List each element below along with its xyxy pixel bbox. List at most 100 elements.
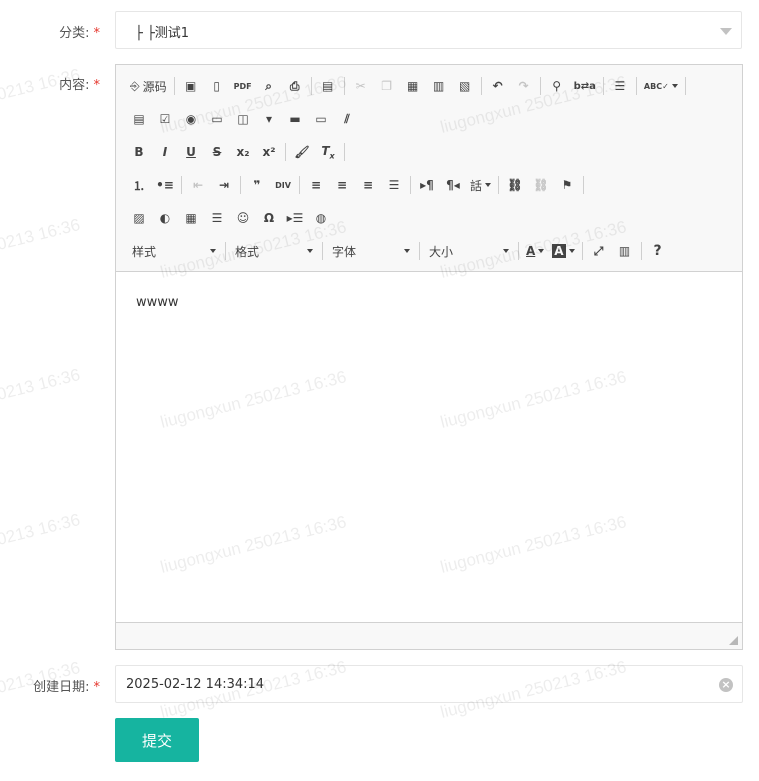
separator xyxy=(285,143,286,161)
clear-icon[interactable]: × xyxy=(719,678,733,692)
find-button[interactable]: ⚲ xyxy=(544,73,570,99)
paste-text-icon: ▥ xyxy=(432,79,445,93)
textarea-button[interactable]: ◫ xyxy=(230,106,256,132)
image-button-field-button[interactable]: ▭ xyxy=(308,106,334,132)
styles-dropdown[interactable]: 样式 xyxy=(126,239,222,263)
replace-button[interactable]: b⇄a xyxy=(570,73,600,99)
italic-button[interactable]: I xyxy=(152,139,178,165)
editor-content[interactable]: wwww xyxy=(116,273,742,621)
watermark: 0213 16:36 xyxy=(0,365,83,405)
table-icon: ▦ xyxy=(185,211,197,225)
remove-format-button[interactable]: Tx xyxy=(315,139,341,165)
cut-button[interactable]: ✂ xyxy=(348,73,374,99)
button-field-button[interactable]: ▬ xyxy=(282,106,308,132)
new-page-button[interactable]: ▯ xyxy=(204,73,230,99)
help-button[interactable]: ? xyxy=(645,238,671,264)
div-container-button[interactable]: DIV xyxy=(270,172,296,198)
flag-icon: ⚑ xyxy=(561,178,573,192)
bold-button[interactable]: B xyxy=(126,139,152,165)
select-field-button[interactable]: ▾ xyxy=(256,106,282,132)
print-button[interactable]: ⎙ xyxy=(282,73,308,99)
copy-button[interactable]: ❐ xyxy=(374,73,400,99)
bg-color-button[interactable]: A xyxy=(548,238,578,264)
size-dropdown[interactable]: 大小 xyxy=(423,239,515,263)
show-blocks-button[interactable]: ▥ xyxy=(612,238,638,264)
separator xyxy=(583,176,585,194)
unlink-button[interactable]: ⛓ xyxy=(528,172,554,198)
radio-icon: ◉ xyxy=(185,112,197,126)
table-button[interactable]: ▦ xyxy=(178,205,204,231)
outdent-button[interactable]: ⇤ xyxy=(185,172,211,198)
checkbox-button[interactable]: ☑ xyxy=(152,106,178,132)
separator xyxy=(684,77,686,95)
horizontal-rule-button[interactable]: ☰ xyxy=(204,205,230,231)
bulleted-list-button[interactable]: •≡ xyxy=(152,172,178,198)
submit-button[interactable]: 提交 xyxy=(115,718,199,762)
rtl-button[interactable]: ¶◂ xyxy=(440,172,466,198)
save-button[interactable]: ▣ xyxy=(178,73,204,99)
page-break-button[interactable]: ▸☰ xyxy=(282,205,308,231)
templates-button[interactable]: ▤ xyxy=(315,73,341,99)
underline-button[interactable]: U xyxy=(178,139,204,165)
iframe-button[interactable]: ◍ xyxy=(308,205,334,231)
justify-icon: ☰ xyxy=(388,178,400,192)
indent-button[interactable]: ⇥ xyxy=(211,172,237,198)
category-select[interactable]: ├ ├测试1 xyxy=(115,11,742,49)
hidden-field-button[interactable]: ⫽ xyxy=(334,106,360,132)
language-button[interactable]: 話 xyxy=(466,172,495,198)
paste-button[interactable]: ▦ xyxy=(400,73,426,99)
page-break-icon: ▸☰ xyxy=(286,211,304,225)
align-right-button[interactable]: ≡ xyxy=(355,172,381,198)
print-icon: ⎙ xyxy=(289,78,300,93)
resize-handle-icon[interactable] xyxy=(729,636,738,645)
date-input[interactable]: 2025-02-12 14:34:14 × xyxy=(115,665,743,703)
separator xyxy=(635,77,637,95)
select-all-button[interactable]: ☰ xyxy=(607,73,633,99)
toolbar-row-5: ▨ ◐ ▦ ☰ ☺ Ω ▸☰ ◍ xyxy=(126,204,334,232)
form-icon: ▤ xyxy=(133,112,145,126)
subscript-button[interactable]: x₂ xyxy=(230,139,256,165)
bold-icon: B xyxy=(134,145,144,159)
format-dropdown[interactable]: 格式 xyxy=(229,239,319,263)
undo-button[interactable]: ↶ xyxy=(485,73,511,99)
special-char-button[interactable]: Ω xyxy=(256,205,282,231)
search-icon: ⚲ xyxy=(552,79,562,93)
blockquote-button[interactable]: ❞ xyxy=(244,172,270,198)
superscript-button[interactable]: x² xyxy=(256,139,282,165)
required-mark: * xyxy=(93,26,101,41)
text-field-button[interactable]: ▭ xyxy=(204,106,230,132)
radio-button[interactable]: ◉ xyxy=(178,106,204,132)
separator xyxy=(310,77,312,95)
form-button[interactable]: ▤ xyxy=(126,106,152,132)
paste-text-button[interactable]: ▥ xyxy=(426,73,452,99)
strikethrough-button[interactable]: S xyxy=(204,139,230,165)
spellcheck-button[interactable]: ABC✓ xyxy=(640,73,682,99)
redo-button[interactable]: ↷ xyxy=(511,73,537,99)
font-dropdown[interactable]: 字体 xyxy=(326,239,416,263)
align-center-button[interactable]: ≡ xyxy=(329,172,355,198)
paste-word-button[interactable]: ▧ xyxy=(452,73,478,99)
source-button[interactable]: ⎆ 源码 xyxy=(126,73,171,99)
separator xyxy=(181,176,182,194)
smiley-button[interactable]: ☺ xyxy=(230,205,256,231)
justify-button[interactable]: ☰ xyxy=(381,172,407,198)
quote-icon: ❞ xyxy=(253,178,261,192)
maximize-button[interactable]: ⤢ xyxy=(586,238,612,264)
align-left-button[interactable]: ≡ xyxy=(303,172,329,198)
separator xyxy=(581,242,583,260)
link-button[interactable]: ⛓ xyxy=(502,172,528,198)
flash-button[interactable]: ◐ xyxy=(152,205,178,231)
smiley-icon: ☺ xyxy=(236,211,250,225)
ltr-button[interactable]: ▸¶ xyxy=(414,172,440,198)
anchor-button[interactable]: ⚑ xyxy=(554,172,580,198)
preview-button[interactable]: ⌕ xyxy=(256,73,282,99)
toolbar-row-2: ▤ ☑ ◉ ▭ ◫ ▾ ▬ ▭ ⫽ xyxy=(126,105,360,133)
copy-format-button[interactable]: 🖌 xyxy=(289,139,315,165)
numbered-list-button[interactable]: ⒈ xyxy=(126,172,152,198)
align-left-icon: ≡ xyxy=(310,178,322,192)
div-icon: DIV xyxy=(275,180,291,190)
text-color-button[interactable]: A xyxy=(522,238,548,264)
export-pdf-button[interactable]: PDF xyxy=(230,73,256,99)
image-button[interactable]: ▨ xyxy=(126,205,152,231)
redo-icon: ↷ xyxy=(518,79,529,93)
